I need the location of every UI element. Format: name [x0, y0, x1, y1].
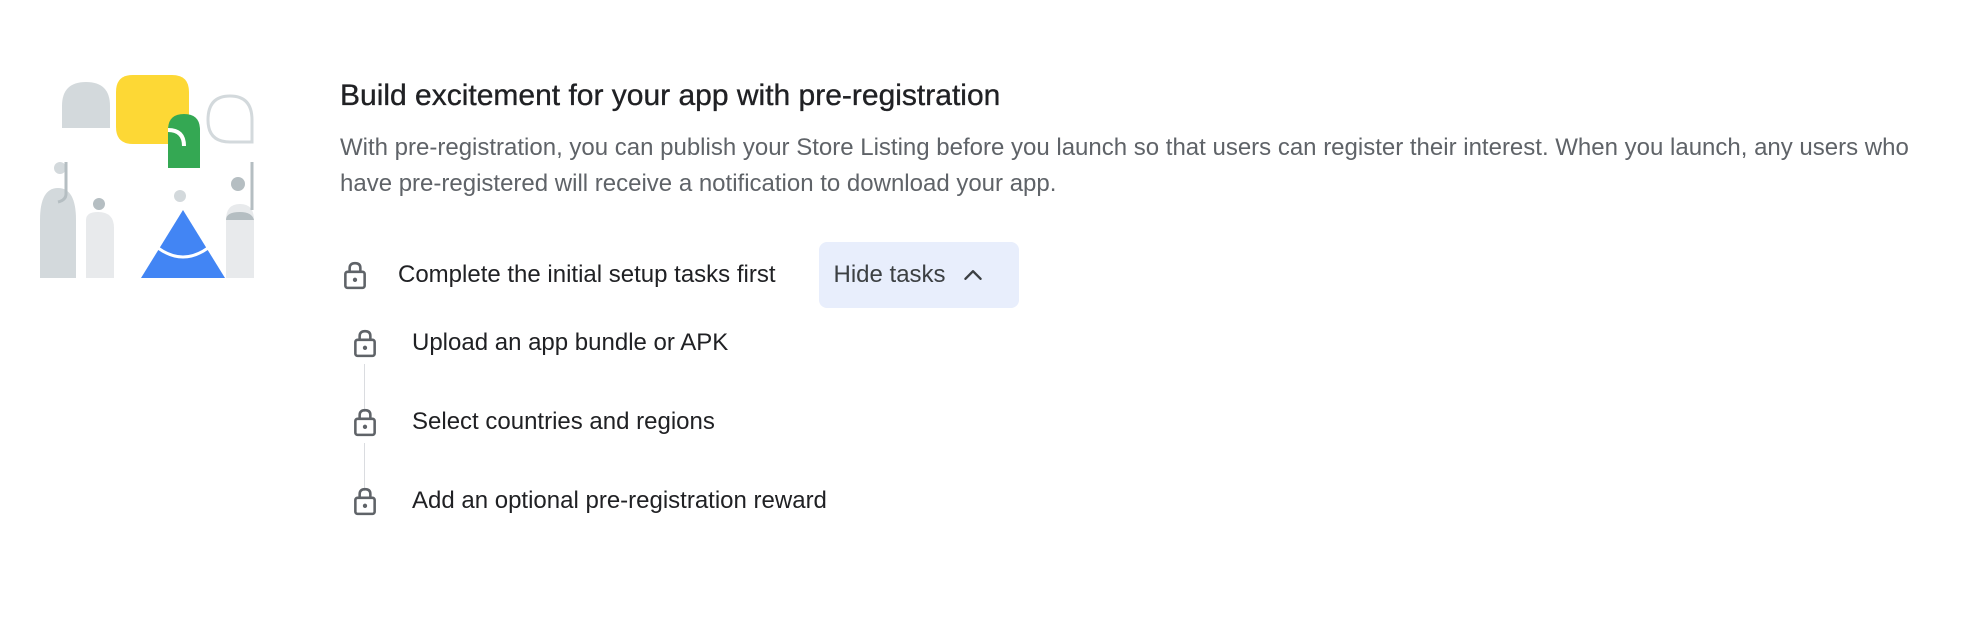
- setup-status-row: Complete the initial setup tasks first H…: [340, 242, 1019, 308]
- task-item-countries-regions: Select countries and regions: [350, 402, 715, 442]
- pre-registration-illustration: [36, 70, 260, 286]
- task-label: Add an optional pre-registration reward: [412, 487, 827, 514]
- lock-icon: [350, 328, 380, 358]
- task-item-upload-bundle: Upload an app bundle or APK: [350, 323, 728, 363]
- chevron-up-icon: [960, 262, 986, 288]
- page-description: With pre-registration, you can publish y…: [340, 134, 1909, 197]
- lock-icon: [340, 260, 370, 290]
- lock-icon: [350, 486, 380, 516]
- setup-status-label: Complete the initial setup tasks first: [398, 261, 776, 288]
- setup-task-list: Upload an app bundle or APK Select count…: [340, 322, 1140, 622]
- task-label: Select countries and regions: [412, 408, 715, 435]
- lock-icon: [350, 407, 380, 437]
- hide-tasks-label: Hide tasks: [833, 261, 946, 288]
- pre-registration-panel: Build excitement for your app with pre-r…: [340, 72, 1940, 516]
- page-title: Build excitement for your app with pre-r…: [340, 79, 1001, 112]
- hide-tasks-button[interactable]: Hide tasks: [818, 242, 1019, 308]
- task-label: Upload an app bundle or APK: [412, 329, 729, 356]
- task-item-reward: Add an optional pre-registration reward: [350, 481, 827, 521]
